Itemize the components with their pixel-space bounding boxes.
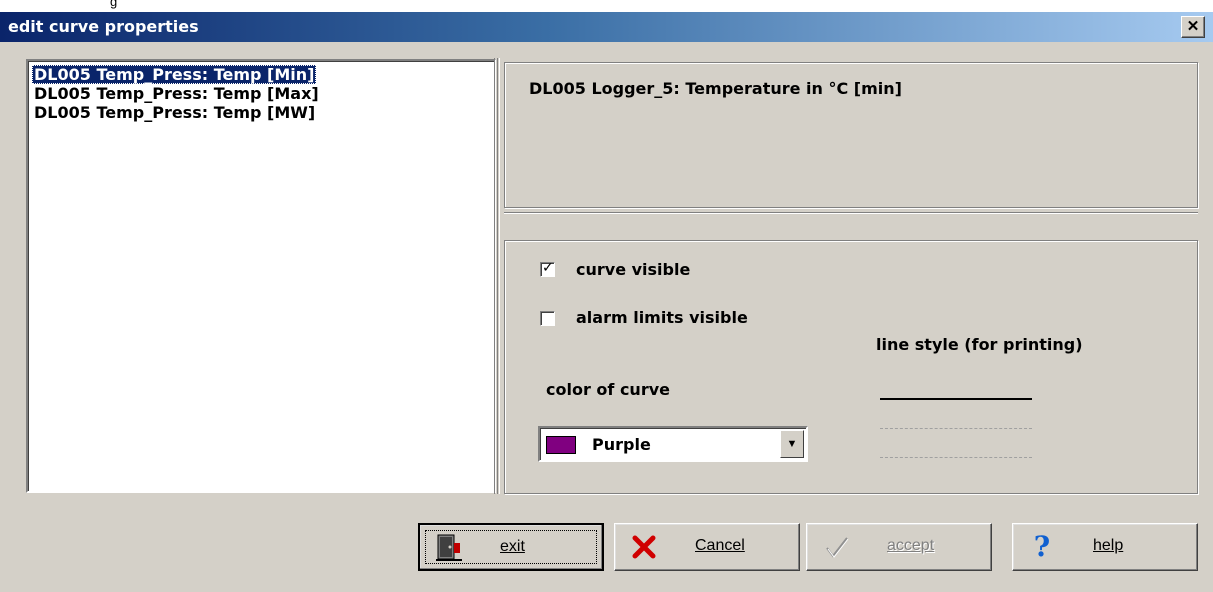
- question-mark-icon: ?: [1033, 530, 1051, 563]
- accept-button-label: accept: [887, 537, 935, 554]
- line-style-dash-dot[interactable]: [880, 457, 1032, 458]
- help-button-label: help: [1093, 537, 1124, 554]
- alarm-limits-visible-label: alarm limits visible: [576, 308, 748, 327]
- help-button[interactable]: ? help: [1012, 523, 1198, 571]
- curve-visible-label: curve visible: [576, 260, 691, 279]
- cancel-button[interactable]: Cancel: [614, 523, 800, 571]
- curve-color-value: Purple: [592, 435, 651, 454]
- dropdown-arrow-button[interactable]: ▼: [780, 430, 804, 458]
- line-style-label: line style (for printing): [876, 335, 1083, 354]
- close-icon: ✕: [1186, 18, 1200, 35]
- description-panel: DL005 Logger_5: Temperature in °C [min]: [504, 62, 1198, 208]
- horizontal-separator: [504, 212, 1198, 214]
- curve-color-dropdown[interactable]: Purple ▼: [538, 426, 808, 462]
- exit-button[interactable]: exit: [418, 523, 604, 571]
- chevron-down-icon: ▼: [786, 438, 798, 450]
- splitter-grip: [497, 58, 498, 494]
- alarm-limits-visible-checkbox[interactable]: [540, 311, 555, 326]
- title-bar[interactable]: edit curve properties ✕: [0, 12, 1213, 42]
- color-of-curve-label: color of curve: [546, 380, 670, 399]
- curve-list[interactable]: DL005 Temp_Press: Temp [Min] DL005 Temp_…: [26, 59, 496, 493]
- curve-description: DL005 Logger_5: Temperature in °C [min]: [529, 79, 902, 98]
- curve-list-item-mw[interactable]: DL005 Temp_Press: Temp [MW]: [32, 103, 317, 122]
- window-title: edit curve properties: [8, 17, 199, 36]
- background-window-strip: g: [0, 0, 1213, 12]
- line-style-solid[interactable]: [880, 398, 1032, 400]
- checkmark-icon: [826, 537, 849, 558]
- red-x-icon: [632, 535, 656, 559]
- cancel-button-label: Cancel: [695, 537, 745, 554]
- exit-door-icon: [436, 534, 462, 561]
- curve-list-item-min[interactable]: DL005 Temp_Press: Temp [Min]: [32, 65, 317, 84]
- exit-button-label: exit: [500, 538, 525, 555]
- background-caption: g: [110, 0, 118, 9]
- color-swatch: [546, 436, 576, 454]
- close-button[interactable]: ✕: [1181, 16, 1205, 38]
- curve-visible-checkbox[interactable]: ✓: [540, 260, 555, 277]
- panel-splitter[interactable]: [494, 58, 500, 494]
- accept-button[interactable]: accept: [806, 523, 992, 571]
- curve-list-item-max[interactable]: DL005 Temp_Press: Temp [Max]: [32, 84, 321, 103]
- checkmark-icon: ✓: [542, 260, 554, 276]
- line-style-dashed[interactable]: [880, 428, 1032, 429]
